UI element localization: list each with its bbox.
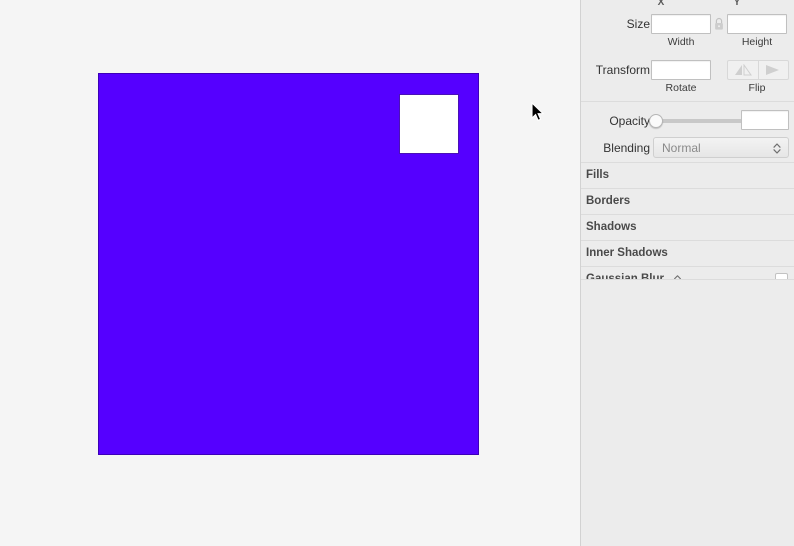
flip-sublabel: Flip bbox=[727, 82, 787, 94]
app-window: X Y Size Width Height Transform bbox=[0, 0, 794, 546]
design-canvas[interactable] bbox=[0, 0, 580, 546]
arrow-pointer-icon bbox=[531, 102, 545, 122]
chevron-updown-icon bbox=[772, 142, 782, 155]
flip-vertical-button[interactable] bbox=[727, 60, 758, 80]
rotate-sublabel: Rotate bbox=[651, 82, 711, 94]
opacity-slider-knob[interactable] bbox=[649, 114, 663, 128]
panel-empty-area bbox=[581, 280, 794, 546]
section-shadows[interactable]: Shadows bbox=[581, 214, 794, 240]
flip-horizontal-button[interactable] bbox=[758, 60, 790, 80]
flip-horizontal-icon bbox=[763, 64, 783, 76]
size-label: Size bbox=[585, 14, 650, 34]
section-inner-shadows-title: Inner Shadows bbox=[586, 247, 668, 259]
section-fills-title: Fills bbox=[586, 169, 609, 181]
blending-label: Blending bbox=[585, 138, 650, 158]
width-input[interactable] bbox=[651, 14, 711, 34]
transform-label: Transform bbox=[585, 60, 650, 80]
purple-rectangle-shape[interactable] bbox=[98, 73, 479, 455]
flip-vertical-icon bbox=[733, 64, 753, 76]
section-borders[interactable]: Borders bbox=[581, 188, 794, 214]
panel-separator-top bbox=[581, 101, 794, 102]
axis-label-row: X Y bbox=[581, 0, 794, 9]
section-fills[interactable]: Fills bbox=[581, 162, 794, 188]
section-shadows-title: Shadows bbox=[586, 221, 636, 233]
blending-row: Blending Normal bbox=[581, 135, 794, 162]
transform-row: Transform Rotate Flip bbox=[581, 55, 794, 101]
size-row: Size Width Height bbox=[581, 9, 794, 55]
opacity-input[interactable] bbox=[741, 110, 789, 130]
axis-label-y: Y bbox=[727, 0, 747, 8]
opacity-label: Opacity bbox=[585, 111, 650, 131]
lock-icon[interactable] bbox=[713, 17, 725, 31]
axis-label-x: X bbox=[651, 0, 671, 8]
height-input[interactable] bbox=[727, 14, 787, 34]
width-sublabel: Width bbox=[651, 36, 711, 48]
inspector-panel: X Y Size Width Height Transform bbox=[580, 0, 794, 546]
height-sublabel: Height bbox=[727, 36, 787, 48]
rotate-input[interactable] bbox=[651, 60, 711, 80]
section-inner-shadows[interactable]: Inner Shadows bbox=[581, 240, 794, 266]
flip-button-group bbox=[727, 60, 789, 80]
blending-dropdown[interactable]: Normal bbox=[653, 137, 789, 158]
section-borders-title: Borders bbox=[586, 195, 630, 207]
blending-selected-value: Normal bbox=[662, 141, 701, 155]
opacity-row: Opacity bbox=[581, 108, 794, 135]
white-square-shape[interactable] bbox=[399, 94, 459, 154]
